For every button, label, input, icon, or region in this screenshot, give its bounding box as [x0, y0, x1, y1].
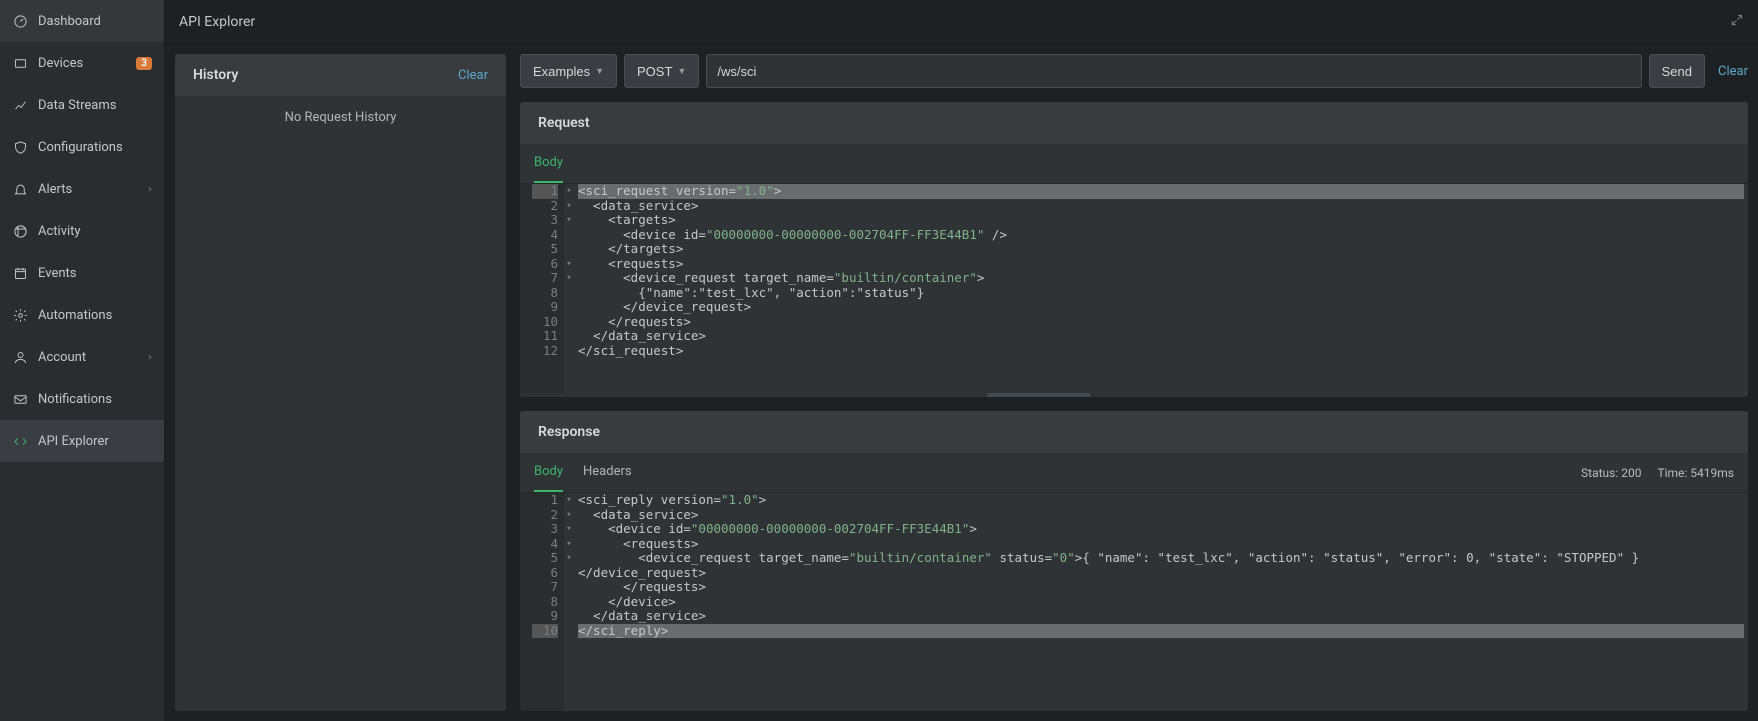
request-panel: Request Body 123456789101112▾▾▾▾▾<sci_re… — [520, 102, 1748, 397]
request-editor[interactable]: 123456789101112▾▾▾▾▾<sci_request version… — [520, 184, 1748, 393]
chevron-left-icon — [144, 182, 152, 197]
sidebar-item-automations[interactable]: Automations — [0, 294, 164, 336]
request-tabs: Body — [520, 144, 1748, 184]
progress-fill — [987, 393, 1090, 397]
tab-response-headers[interactable]: Headers — [583, 453, 632, 492]
caret-down-icon: ▼ — [677, 66, 686, 76]
sidebar-item-dashboard[interactable]: Dashboard — [0, 0, 164, 42]
sidebar-item-label: Configurations — [38, 140, 152, 155]
sidebar-item-api-explorer[interactable]: API Explorer — [0, 420, 164, 462]
request-area: Examples ▼ POST ▼ Send Clear — [520, 54, 1748, 711]
request-panel-header: Request — [520, 102, 1748, 144]
device-icon — [12, 55, 28, 71]
gauge-icon — [12, 13, 28, 29]
gear-icon — [12, 307, 28, 323]
mail-icon — [12, 391, 28, 407]
response-meta: Status: 200 Time: 5419ms — [1581, 466, 1734, 480]
history-title: History — [193, 67, 238, 83]
tab-response-body[interactable]: Body — [534, 453, 563, 492]
history-clear-link[interactable]: Clear — [458, 68, 488, 83]
response-editor[interactable]: 12345678910▾▾▾▾▾<sci_reply version="1.0"… — [520, 493, 1748, 711]
response-tabs: Body Headers Status: 200 Time: 5419ms — [520, 453, 1748, 493]
sidebar-item-label: Devices — [38, 56, 126, 71]
examples-dropdown[interactable]: Examples ▼ — [520, 54, 617, 88]
sidebar-item-activity[interactable]: Activity — [0, 210, 164, 252]
expand-button[interactable] — [1730, 13, 1744, 31]
response-panel: Response Body Headers Status: 200 Time: … — [520, 411, 1748, 711]
request-toolbar: Examples ▼ POST ▼ Send Clear — [520, 54, 1748, 88]
main-area: API Explorer History Clear No Request Hi… — [165, 0, 1758, 721]
sidebar-item-label: Notifications — [38, 392, 152, 407]
sidebar-item-configurations[interactable]: Configurations — [0, 126, 164, 168]
history-empty-text: No Request History — [175, 96, 506, 139]
response-panel-header: Response — [520, 411, 1748, 453]
sidebar-item-label: Events — [38, 266, 152, 281]
page-title: API Explorer — [179, 14, 255, 30]
send-button[interactable]: Send — [1649, 54, 1705, 88]
response-time: Time: 5419ms — [1657, 466, 1734, 480]
code-icon — [12, 433, 28, 449]
calendar-icon — [12, 265, 28, 281]
sidebar-item-label: API Explorer — [38, 434, 152, 449]
method-dropdown[interactable]: POST ▼ — [624, 54, 699, 88]
user-icon — [12, 349, 28, 365]
sidebar-item-events[interactable]: Events — [0, 252, 164, 294]
sidebar-item-account[interactable]: Account — [0, 336, 164, 378]
sidebar-item-notifications[interactable]: Notifications — [0, 378, 164, 420]
sidebar: Dashboard Devices 3 Data Streams Configurati… — [0, 0, 165, 721]
request-progress-bar — [520, 393, 1748, 397]
method-label: POST — [637, 64, 672, 79]
badge: 3 — [136, 57, 152, 70]
sidebar-item-label: Dashboard — [38, 14, 152, 29]
examples-label: Examples — [533, 64, 590, 79]
response-status: Status: 200 — [1581, 466, 1641, 480]
history-panel: History Clear No Request History — [175, 54, 506, 711]
history-header: History Clear — [175, 54, 506, 96]
shield-icon — [12, 139, 28, 155]
toolbar-clear-link[interactable]: Clear — [1718, 64, 1748, 79]
sidebar-item-label: Activity — [38, 224, 152, 239]
sidebar-item-devices[interactable]: Devices 3 — [0, 42, 164, 84]
request-panel-title: Request — [538, 115, 590, 131]
sidebar-item-label: Automations — [38, 308, 152, 323]
sidebar-item-label: Data Streams — [38, 98, 152, 113]
path-input[interactable] — [706, 54, 1641, 88]
sidebar-item-label: Alerts — [38, 182, 134, 197]
sidebar-item-alerts[interactable]: Alerts — [0, 168, 164, 210]
sidebar-item-label: Account — [38, 350, 134, 365]
response-panel-title: Response — [538, 424, 600, 440]
send-label: Send — [1662, 64, 1692, 79]
sidebar-item-data-streams[interactable]: Data Streams — [0, 84, 164, 126]
explorer-body: History Clear No Request History Example… — [165, 44, 1758, 721]
tab-request-body[interactable]: Body — [534, 144, 563, 183]
bell-icon — [12, 181, 28, 197]
topbar: API Explorer — [165, 0, 1758, 44]
chevron-left-icon — [144, 350, 152, 365]
chart-icon — [12, 97, 28, 113]
activity-icon — [12, 223, 28, 239]
caret-down-icon: ▼ — [595, 66, 604, 76]
